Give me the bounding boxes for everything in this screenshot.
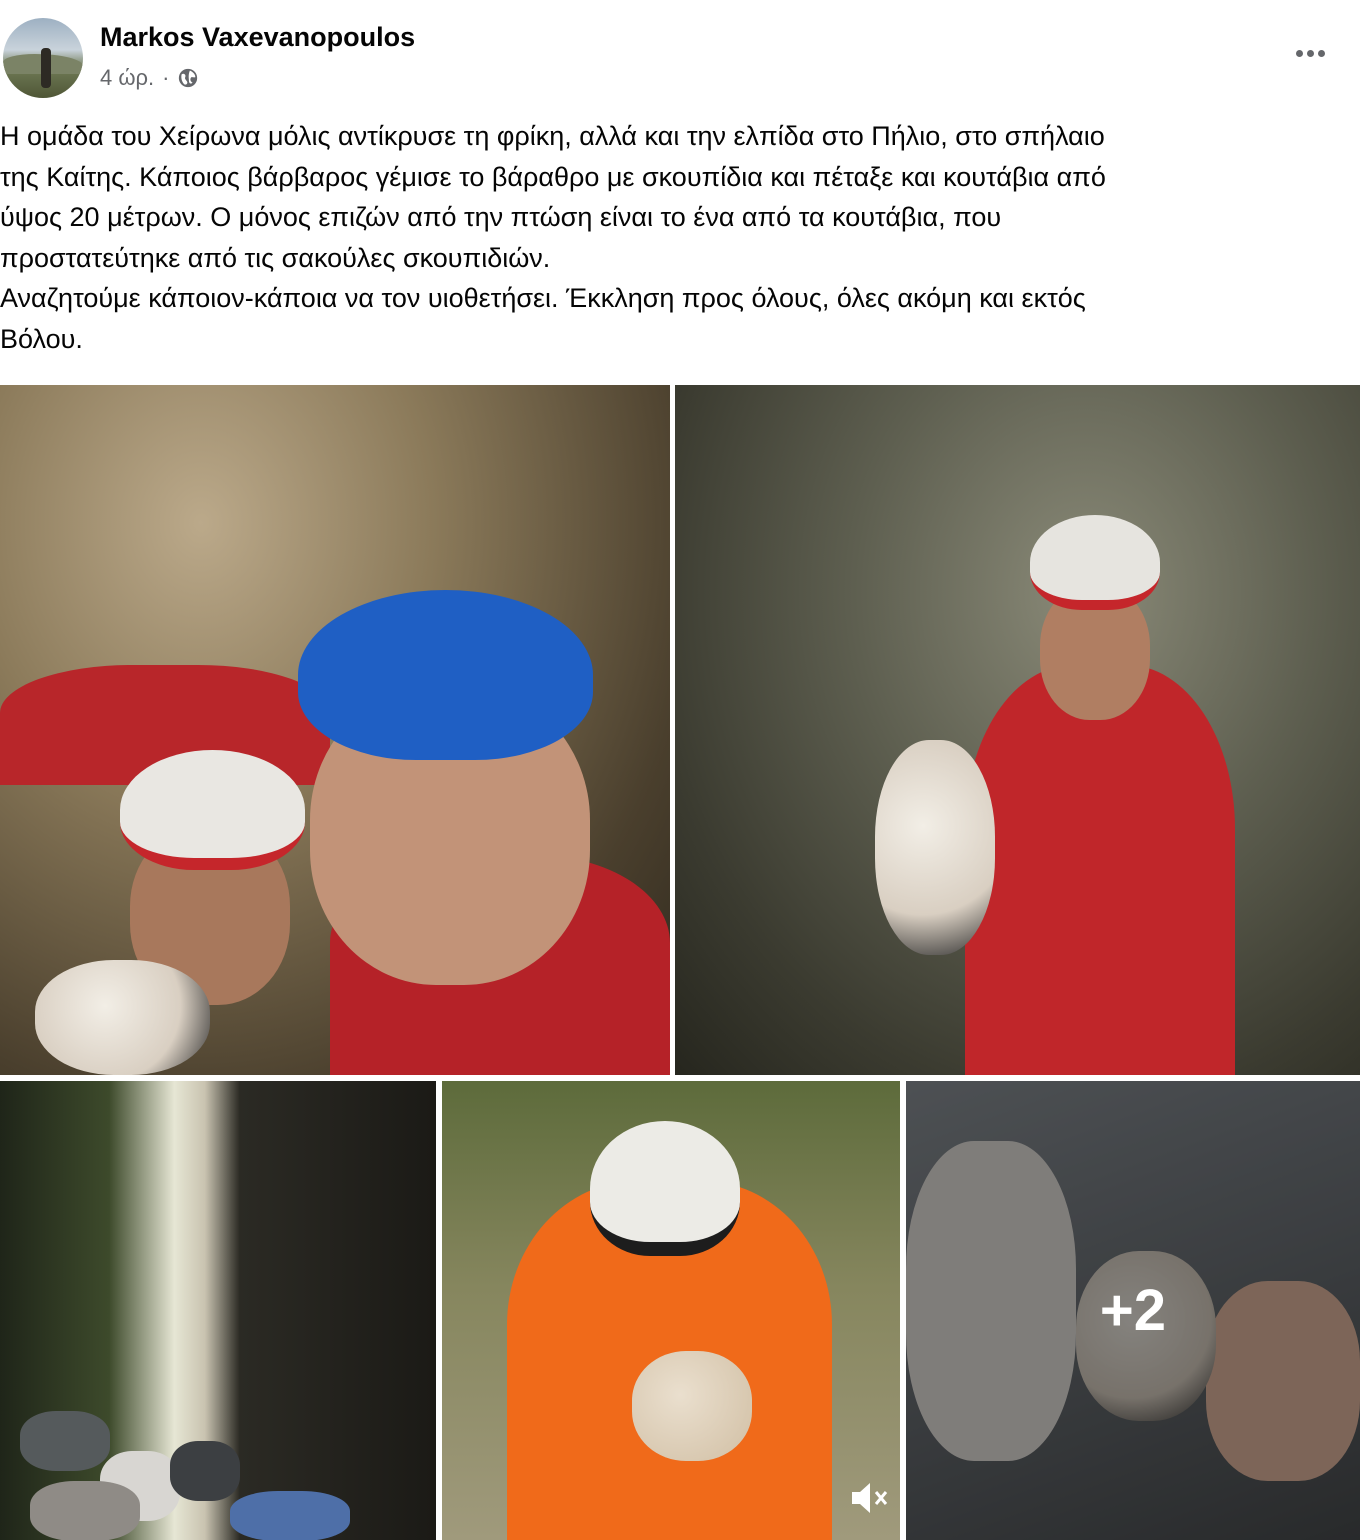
post-time[interactable]: 4 ώρ. — [100, 65, 154, 91]
muted-speaker-icon[interactable] — [848, 1478, 892, 1518]
more-photos-overlay[interactable]: +2 — [906, 1081, 1360, 1540]
post-header: Markos Vaxevanopoulos 4 ώρ. · — [0, 0, 1360, 110]
photo-puppy-among-bags[interactable]: +2 — [906, 1081, 1360, 1540]
photo-cave-shaft-trash[interactable] — [0, 1081, 436, 1540]
blue-helmet — [298, 590, 593, 760]
white-helmet — [1030, 515, 1160, 610]
more-options-icon[interactable] — [1290, 38, 1330, 68]
avatar-person — [41, 48, 51, 88]
white-helmet — [590, 1121, 740, 1256]
photo-caver-holding-puppy[interactable] — [675, 385, 1360, 1075]
post-text-line: Αναζητούμε κάποιον-κάποια να τον υιοθετή… — [0, 283, 1086, 313]
globe-icon — [179, 68, 198, 88]
photo-cavers-selfie[interactable] — [0, 385, 670, 1075]
photo-orange-caver-video[interactable] — [442, 1081, 900, 1540]
white-helmet — [120, 750, 305, 870]
meta-separator: · — [162, 65, 170, 90]
trash-bag — [230, 1491, 350, 1540]
caver-suit — [965, 665, 1235, 1075]
post-text-line: Η ομάδα του Χείρωνα μόλις αντίκρυσε τη φ… — [0, 121, 1105, 151]
post-meta: 4 ώρ. · — [100, 65, 199, 91]
post-text-line: ύψος 20 μέτρων. Ο μόνος επιζών από την π… — [0, 202, 1002, 232]
trash-bag — [20, 1411, 110, 1471]
puppy — [875, 740, 995, 955]
trash-bag — [30, 1481, 140, 1540]
author-name[interactable]: Markos Vaxevanopoulos — [100, 22, 415, 53]
author-avatar[interactable] — [3, 18, 83, 98]
post-text-line: Βόλου. — [0, 323, 83, 354]
post-text-line: προστατεύτηκε από τις σακούλες σκουπιδιώ… — [0, 242, 551, 273]
puppy — [632, 1351, 752, 1461]
post-text-line: της Καίτης. Κάποιος βάρβαρος γέμισε το β… — [0, 161, 1106, 192]
post-text: Η ομάδα του Χείρωνα μόλις αντίκρυσε τη φ… — [0, 116, 1340, 359]
trash-bag — [170, 1441, 240, 1501]
puppy — [35, 960, 210, 1075]
more-photos-count: +2 — [1099, 1278, 1167, 1343]
